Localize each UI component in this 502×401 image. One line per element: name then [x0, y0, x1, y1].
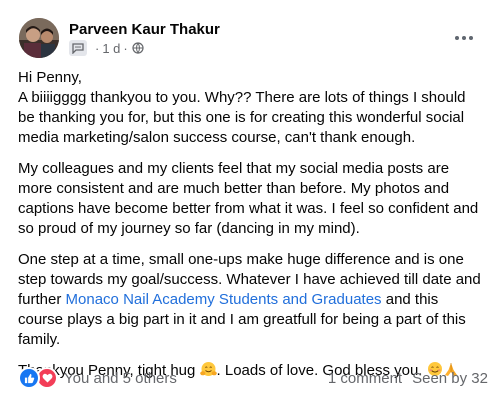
post-footer: You and 5 others 1 comment Seen by 32 [18, 366, 488, 390]
post-meta: · 1 d · [69, 40, 144, 56]
more-options-button[interactable] [452, 28, 476, 48]
paragraph-feedback: My colleagues and my clients feel that m… [18, 160, 479, 237]
post-body: Hi Penny, A biiiigggg thankyou to you. W… [18, 68, 486, 394]
paragraph-journey: One step at a time, small one-ups make h… [18, 250, 486, 350]
post-time[interactable]: 1 d [102, 41, 120, 56]
greeting-line: Hi Penny, [18, 69, 82, 86]
paragraph-greeting: Hi Penny, A biiiigggg thankyou to you. W… [18, 68, 486, 148]
post-card: Parveen Kaur Thakur · 1 d · Hi Penny, A … [0, 0, 502, 401]
reactions-summary[interactable]: You and 5 others [18, 367, 177, 389]
globe-icon[interactable] [132, 42, 144, 54]
seen-count[interactable]: Seen by 32 [412, 370, 488, 387]
comments-count[interactable]: 1 comment [328, 370, 402, 387]
like-icon [18, 367, 40, 389]
more-options-icon [455, 36, 473, 40]
separator-dot: · [123, 40, 128, 56]
messenger-icon[interactable] [69, 40, 87, 56]
mention-link[interactable]: Monaco Nail Academy Students and Graduat… [66, 291, 382, 308]
avatar-photo [19, 18, 59, 58]
avatar[interactable] [19, 18, 59, 58]
author-name[interactable]: Parveen Kaur Thakur [69, 21, 220, 38]
reactions-count: You and 5 others [64, 369, 177, 387]
separator-dot: · [95, 40, 100, 56]
thanks-text: A biiiigggg thankyou to you. Why?? There… [18, 89, 466, 146]
